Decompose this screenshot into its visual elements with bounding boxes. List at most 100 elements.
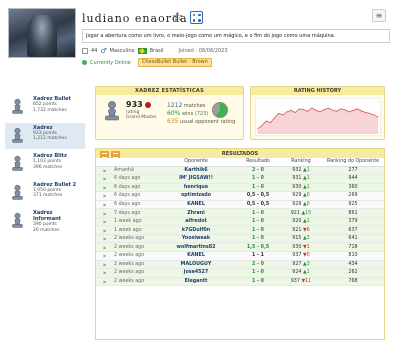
ranking-delta: ▼11: [301, 278, 312, 284]
menu-icon[interactable]: ≡: [372, 9, 386, 22]
expand-arrow-icon[interactable]: ▶: [96, 277, 114, 287]
opponent-link[interactable]: Zhrani: [156, 208, 236, 218]
table-row[interactable]: ▶ 1 week ago k7GDulf0n 1 - 0 921 ▼6 637: [96, 225, 384, 235]
ranking-value: 920: [292, 219, 302, 225]
expand-arrow-icon[interactable]: ▶: [96, 166, 114, 176]
opponent-link[interactable]: k7GDulf0n: [156, 225, 236, 235]
ranking-delta: ▼6: [302, 227, 310, 233]
expand-arrow-icon[interactable]: ▶: [96, 200, 114, 210]
rank-badge[interactable]: ChessBullet Bullet - Brown: [137, 58, 212, 67]
opponent-link[interactable]: MALOUGUY: [156, 260, 236, 270]
results-panel: RESULTADOS Oponente Resultado Ranking Ra…: [95, 148, 385, 340]
opponent-link[interactable]: Karthik6: [156, 166, 236, 176]
table-row[interactable]: ▶ 2 weeks ago Elegantt 1 - 0 937 ▼11 768: [96, 277, 384, 287]
opponent-link[interactable]: alfredot: [156, 217, 236, 227]
expand-arrow-icon[interactable]: ▶: [96, 260, 114, 270]
table-row[interactable]: ▶ 2 weeks ago MALOUGUY 2 - 0 927 ▲3 434: [96, 260, 384, 270]
ranking-value: 932: [292, 167, 302, 173]
expand-arrow-icon[interactable]: ▶: [96, 174, 114, 184]
expand-arrow-icon[interactable]: ▶: [96, 234, 114, 244]
expand-arrow-icon[interactable]: ▶: [96, 217, 114, 227]
match-date: 2 weeks ago: [114, 268, 156, 278]
ranking-value: 924: [292, 270, 302, 276]
view-toggle: [100, 150, 120, 158]
opponent-ranking: 810: [322, 251, 384, 261]
ranking-cell: 931 ▲1: [280, 174, 322, 184]
table-row[interactable]: ▶ 6 days ago KANEL 0,5 - 0,5 929 ▲0 925: [96, 200, 384, 210]
profile-info-row: 44 ♂ Masculino Brasil Joined : 08/08/202…: [82, 47, 228, 55]
expand-arrow-icon[interactable]: ▶: [96, 242, 114, 252]
table-row[interactable]: ▶ 6 days ago IM' JIGSAW!! 1 - 0 931 ▲1 944: [96, 174, 384, 184]
opponent-link[interactable]: optimizado: [156, 191, 236, 201]
opponent-ranking: 768: [322, 277, 384, 287]
sidebar-item-title: Xadrez Bullet 2: [33, 181, 77, 188]
ranking-cell: 921 ▲15: [280, 208, 322, 218]
stats-panel: XADREZ ESTATÍSTICAS 933 rating Grand Mas…: [95, 86, 244, 140]
table-row[interactable]: ▶ 7 days ago Zhrani 1 - 0 921 ▲15 861: [96, 208, 384, 218]
opponent-link[interactable]: IM' JIGSAW!!: [156, 174, 236, 184]
opponent-link[interactable]: KANEL: [156, 200, 236, 210]
ranking-delta: ▲1: [302, 167, 310, 173]
expand-arrow-icon[interactable]: ▶: [96, 191, 114, 201]
expand-arrow-icon[interactable]: ▶: [96, 208, 114, 218]
table-row[interactable]: ▶ Amanhã Karthik6 2 - 0 932 ▲1 277: [96, 166, 384, 176]
table-row[interactable]: ▶ 2 weeks ago jose4527 1 - 0 924 ▲1 262: [96, 268, 384, 278]
ranking-value: 921: [290, 210, 300, 216]
wins-value: 60%: [167, 110, 181, 117]
match-result: 1,5 - 0,5: [236, 242, 280, 252]
sidebar-item-xadrez[interactable]: Xadrez 933 points 1,212 matches: [5, 122, 85, 149]
table-row[interactable]: ▶ 6 days ago optimizado 0,5 - 0,5 929 ▲0 269: [96, 191, 384, 201]
rating-point: [315, 109, 317, 111]
table-row[interactable]: ▶ 6 days ago henrique 1 - 0 930 ▲1 360: [96, 183, 384, 193]
star-icon[interactable]: ☆: [172, 11, 184, 24]
rating-point: [327, 107, 329, 109]
male-icon: ♂: [100, 47, 107, 55]
pawn-icon: [9, 98, 26, 115]
sidebar-item-matches: 20 matches: [33, 227, 60, 233]
grid-view-icon[interactable]: [111, 150, 120, 158]
sidebar-item-matches: 396 matches: [33, 164, 63, 170]
opponent-ranking: 379: [322, 217, 384, 227]
rating-point: [373, 114, 375, 116]
status-text: Currently Online: [90, 59, 131, 66]
rating-point: [344, 109, 346, 111]
match-date: 6 days ago: [114, 191, 156, 201]
dice-icon[interactable]: [190, 11, 203, 24]
ranking-cell: 920 ▲1: [280, 217, 322, 227]
expand-arrow-icon[interactable]: ▶: [96, 225, 114, 235]
table-row[interactable]: ▶ 1 week ago alfredot 1 - 0 920 ▲1 379: [96, 217, 384, 227]
opponent-link[interactable]: wolfmartins82: [156, 242, 236, 252]
opponent-link[interactable]: jose4527: [156, 268, 236, 278]
rating-point: [360, 110, 362, 112]
expand-arrow-icon[interactable]: ▶: [96, 268, 114, 278]
ranking-cell: 930 ▲1: [280, 183, 322, 193]
expand-arrow-icon[interactable]: ▶: [96, 251, 114, 261]
match-result: 1 - 0: [236, 277, 280, 287]
opponent-ranking: 861: [322, 208, 384, 218]
opponent-link[interactable]: Elegantt: [156, 277, 236, 287]
ranking-value: 930: [292, 244, 302, 250]
ranking-value: 929: [292, 193, 302, 199]
sidebar-item-xadrez-blitz[interactable]: Xadrez Blitz 1,103 points 396 matches: [5, 151, 85, 177]
sidebar-item-xadrez-bullet[interactable]: Xadrez Bullet 852 points 1,732 matches: [5, 94, 85, 120]
sidebar-item-xadrez-informant[interactable]: Xadrez Informant 390 points 20 matches: [5, 208, 85, 234]
table-row[interactable]: ▶ 2 weeks ago wolfmartins82 1,5 - 0,5 930 ▼1…: [96, 242, 384, 252]
matches-label: matches: [183, 103, 206, 109]
table-row[interactable]: ▶ 2 weeks ago KANEL 1 - 1 937 ▼0 810: [96, 251, 384, 261]
list-view-icon[interactable]: [100, 150, 109, 158]
opponent-rating-label: usual opponent rating: [180, 119, 236, 125]
opponent-link[interactable]: henrique: [156, 183, 236, 193]
ranking-cell: 937 ▼11: [280, 277, 322, 287]
rating-point: [282, 114, 284, 116]
opponent-link[interactable]: KANEL: [156, 251, 236, 261]
sidebar-item-xadrez-bullet-2[interactable]: Xadrez Bullet 2 1,050 points 371 matches: [5, 180, 85, 206]
table-row[interactable]: ▶ 2 weeks ago Yoosiweak 1 - 0 915 ▲3 641: [96, 234, 384, 244]
expand-arrow-icon[interactable]: ▶: [96, 183, 114, 193]
rating-point: [269, 122, 271, 123]
ranking-value: 921: [292, 227, 302, 233]
opponent-ranking: 718: [322, 242, 384, 252]
opponent-link[interactable]: Yoosiweak: [156, 234, 236, 244]
rating-point: [294, 112, 296, 113]
stats-title: XADREZ ESTATÍSTICAS: [96, 87, 243, 95]
wins-count: (723): [194, 111, 209, 117]
